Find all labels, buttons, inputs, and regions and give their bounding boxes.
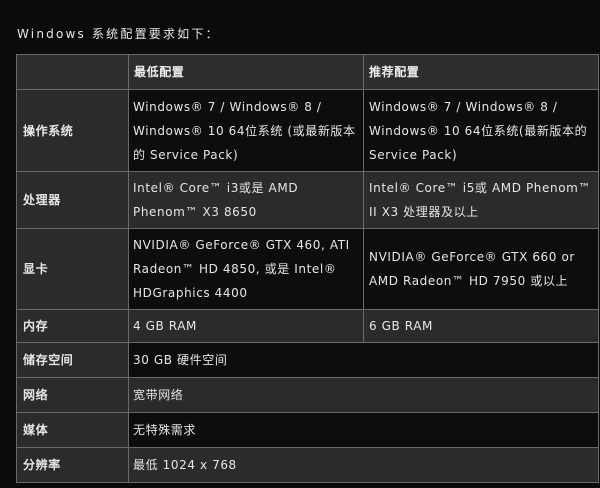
row-label-network: 网络 [16, 377, 129, 413]
gpu-recommended: NVIDIA® GeForce® GTX 660 or AMD Radeon™ … [363, 228, 599, 310]
table-row-gpu: 显卡 NVIDIA® GeForce® GTX 460, ATI Radeon™… [16, 228, 599, 310]
memory-minimum: 4 GB RAM [128, 309, 364, 343]
header-empty-cell [16, 54, 129, 90]
row-label-storage: 储存空间 [16, 342, 129, 378]
os-minimum: Windows® 7 / Windows® 8 / Windows® 10 64… [128, 89, 364, 172]
header-minimum: 最低配置 [128, 54, 364, 90]
table-row-memory: 内存 4 GB RAM 6 GB RAM [16, 309, 599, 343]
table-row-os: 操作系统 Windows® 7 / Windows® 8 / Windows® … [16, 89, 599, 172]
gpu-minimum: NVIDIA® GeForce® GTX 460, ATI Radeon™ HD… [128, 228, 364, 310]
header-recommended: 推荐配置 [363, 54, 599, 90]
network-value: 宽带网络 [128, 377, 599, 413]
row-label-media: 媒体 [16, 412, 129, 448]
memory-recommended: 6 GB RAM [363, 309, 599, 343]
system-requirements-table: 最低配置 推荐配置 操作系统 Windows® 7 / Windows® 8 /… [16, 54, 599, 483]
cpu-minimum: Intel® Core™ i3或是 AMD Phenom™ X3 8650 [128, 171, 364, 229]
table-row-resolution: 分辨率 最低 1024 x 768 [16, 447, 599, 483]
page-heading: Windows 系统配置要求如下： [17, 27, 220, 41]
cpu-recommended: Intel® Core™ i5或 AMD Phenom™ II X3 处理器及以… [363, 171, 599, 229]
table-header-row: 最低配置 推荐配置 [16, 54, 599, 90]
row-label-resolution: 分辨率 [16, 447, 129, 483]
resolution-value: 最低 1024 x 768 [128, 447, 599, 483]
table-row-storage: 储存空间 30 GB 硬件空间 [16, 342, 599, 378]
table-row-network: 网络 宽带网络 [16, 377, 599, 413]
table-row-cpu: 处理器 Intel® Core™ i3或是 AMD Phenom™ X3 865… [16, 171, 599, 229]
row-label-cpu: 处理器 [16, 171, 129, 229]
storage-value: 30 GB 硬件空间 [128, 342, 599, 378]
media-value: 无特殊需求 [128, 412, 599, 448]
table-row-media: 媒体 无特殊需求 [16, 412, 599, 448]
os-recommended: Windows® 7 / Windows® 8 / Windows® 10 64… [363, 89, 599, 172]
row-label-gpu: 显卡 [16, 228, 129, 310]
row-label-memory: 内存 [16, 309, 129, 343]
row-label-os: 操作系统 [16, 89, 129, 172]
